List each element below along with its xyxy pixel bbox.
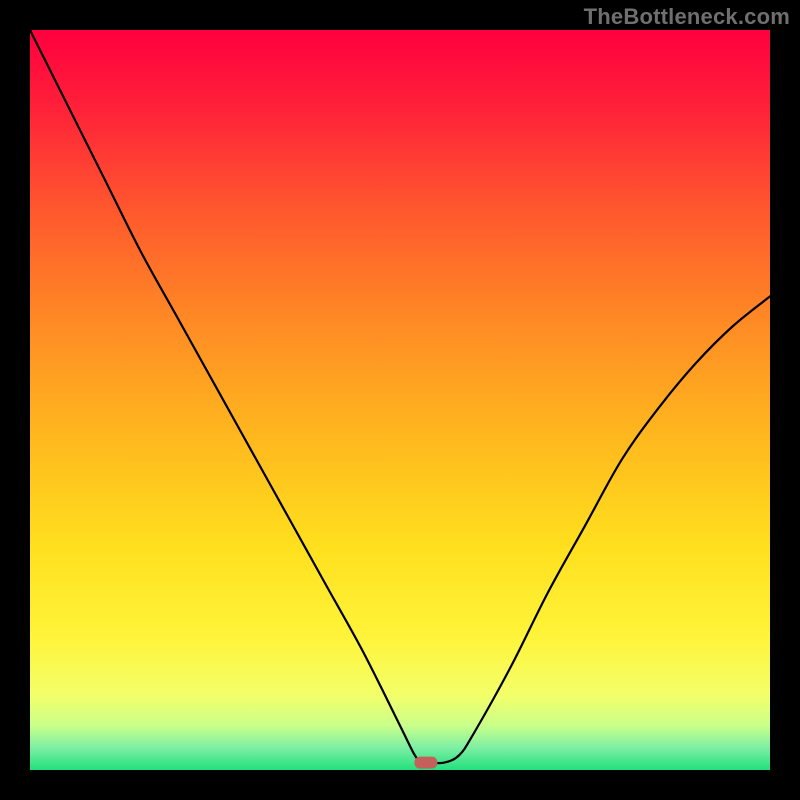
- bottleneck-chart: [30, 30, 770, 770]
- plot-area: [30, 30, 770, 770]
- optimal-point-marker: [415, 757, 437, 768]
- gradient-background: [30, 30, 770, 770]
- watermark-text: TheBottleneck.com: [584, 4, 790, 30]
- chart-stage: TheBottleneck.com: [0, 0, 800, 800]
